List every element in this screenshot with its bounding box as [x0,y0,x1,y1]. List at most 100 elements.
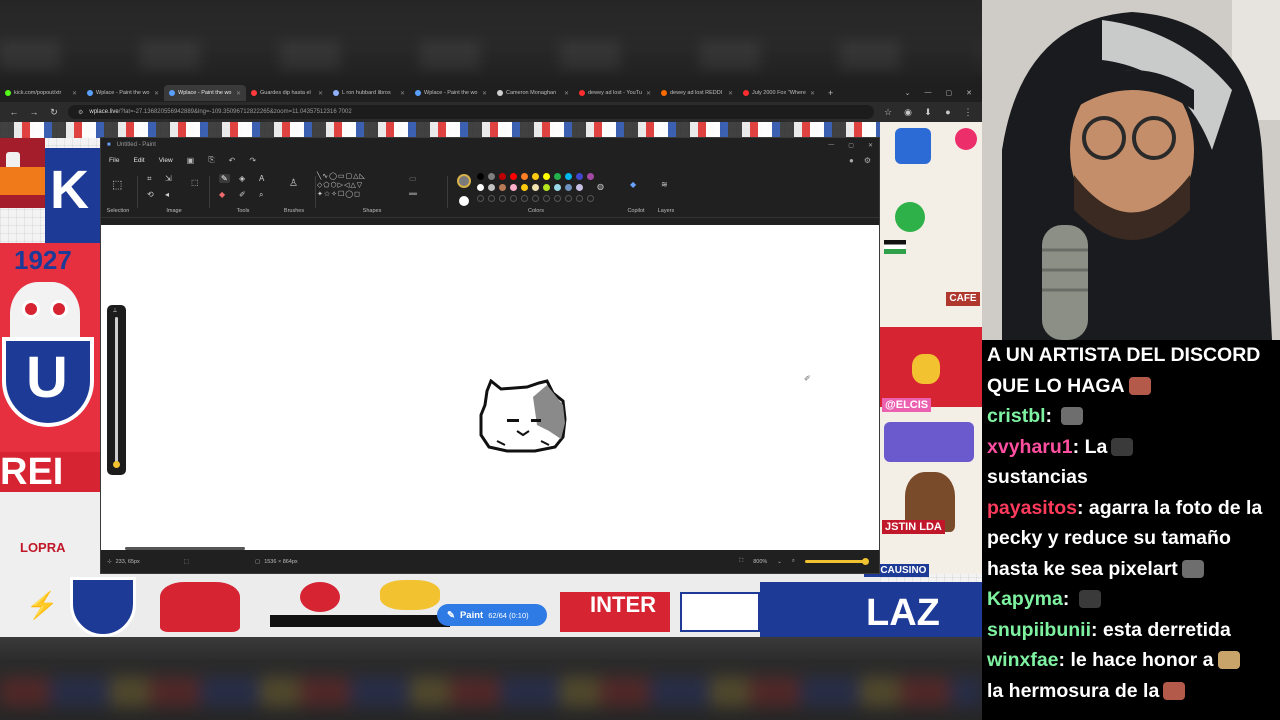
downloads-icon[interactable]: ⬇ [922,107,934,118]
browser-tab[interactable]: Wplace - Paint the wo ✕ [82,85,164,101]
shape-outline-icon[interactable]: ▭ [409,174,417,183]
menu-file[interactable]: File [109,157,119,164]
menu-view[interactable]: View [159,157,173,164]
browser-tab[interactable]: Wplace - Paint the wo ✕ [410,85,492,101]
minimize-icon[interactable]: — [925,89,932,97]
extensions-icon[interactable]: ◉ [902,107,914,118]
custom-color-slot[interactable] [488,195,495,202]
shape-fill-icon[interactable]: ▬ [409,188,417,197]
color-swatch[interactable] [576,184,583,191]
tab-close-icon[interactable]: ✕ [810,90,815,97]
color-swatch[interactable] [521,184,528,191]
color-swatch[interactable] [587,173,594,180]
browser-tab[interactable]: Guardes dip hasta el ✕ [246,85,328,101]
pin-icon[interactable]: ⟂ [113,308,117,315]
custom-color-slot[interactable] [477,195,484,202]
paint-canvas[interactable]: ⟂ ✐ [101,225,879,551]
crop-icon[interactable]: ⌗ [147,174,152,184]
tab-close-icon[interactable]: ✕ [646,90,651,97]
image-select-icon[interactable]: ⬚ [191,178,199,187]
bookmark-star-icon[interactable]: ☆ [882,107,894,118]
text-icon[interactable]: A [259,174,264,183]
tab-close-icon[interactable]: ✕ [728,90,733,97]
custom-color-slot[interactable] [554,195,561,202]
primary-color[interactable] [457,174,471,188]
tab-close-icon[interactable]: ✕ [154,90,159,97]
color-swatch[interactable] [477,173,484,180]
custom-color-slot[interactable] [565,195,572,202]
browser-tab[interactable]: dewey ad lost - YouTu ✕ [574,85,656,101]
custom-color-slot[interactable] [543,195,550,202]
share-icon[interactable]: ⎘ [208,155,214,165]
profile-icon[interactable]: ● [942,107,954,117]
tab-search-icon[interactable]: ⌄ [905,89,911,97]
zoom-slider[interactable] [805,558,869,565]
layers-icon[interactable]: ≋ [661,180,668,189]
color-swatch[interactable] [543,173,550,180]
custom-color-slot[interactable] [499,195,506,202]
color-swatch[interactable] [488,184,495,191]
shapes-gallery[interactable]: ╲∿◯▭▢△◺ ◇⬠⬡▷◁△▽ ✦☆✧☐◯◻ [317,172,407,199]
chat-username[interactable]: cristbl [987,405,1046,427]
color-picker-icon[interactable]: ✐ [239,190,246,199]
browser-tab[interactable]: Cameron Monaghan ✕ [492,85,574,101]
settings-icon[interactable]: ⚙ [864,156,871,165]
color-swatch[interactable] [576,173,583,180]
brush-icon[interactable]: ♙ [289,178,298,189]
redo-icon[interactable]: ↷ [249,156,256,165]
close-icon[interactable]: ✕ [966,89,972,97]
security-icon[interactable]: ⚙ [78,109,83,116]
color-swatch[interactable] [488,173,495,180]
custom-color-slot[interactable] [576,195,583,202]
browser-tab[interactable]: dewey ad lost REDDI ✕ [656,85,738,101]
paint-maximize-icon[interactable]: ▢ [848,142,854,149]
chat-username[interactable]: payasitos [987,497,1077,519]
custom-color-slot[interactable] [587,195,594,202]
color-swatch[interactable] [532,184,539,191]
browser-tab[interactable]: Wplace - Paint the wo ✕ [164,85,246,101]
flip-icon[interactable]: ◂ [165,190,169,199]
paint-close-icon[interactable]: ✕ [868,142,873,149]
color-swatch[interactable] [499,184,506,191]
menu-edit[interactable]: Edit [133,157,144,164]
selection-icon[interactable]: ⬚ [112,178,122,191]
rotate-icon[interactable]: ⟲ [147,190,154,199]
tab-close-icon[interactable]: ✕ [400,90,405,97]
tab-close-icon[interactable]: ✕ [482,90,487,97]
paint-button[interactable]: ✎ Paint 62/64 (0:10) [437,604,547,626]
tab-close-icon[interactable]: ✕ [236,90,241,97]
eraser-icon[interactable]: ◆ [219,190,225,199]
secondary-color[interactable] [459,196,469,206]
reload-icon[interactable]: ↻ [48,107,60,118]
new-tab-button[interactable]: + [820,88,841,98]
zoom-level[interactable]: 800% [753,559,767,565]
fit-icon[interactable]: ⛶ [739,558,743,565]
color-swatch[interactable] [532,173,539,180]
tab-close-icon[interactable]: ✕ [564,90,569,97]
tab-close-icon[interactable]: ✕ [72,90,77,97]
chat-username[interactable]: xvyharu1 [987,436,1073,458]
chat-username[interactable]: snupiibunii [987,619,1091,641]
browser-tab[interactable]: July 2000 Fox "Where ✕ [738,85,820,101]
forward-icon[interactable]: → [28,107,40,117]
custom-color-slot[interactable] [521,195,528,202]
pencil-icon[interactable]: ✎ [219,174,230,183]
menu-icon[interactable]: ⋮ [962,107,974,118]
color-swatch[interactable] [543,184,550,191]
save-icon[interactable]: ▣ [187,156,195,165]
copilot-icon[interactable]: ◆ [630,180,636,189]
edit-colors-icon[interactable]: ◍ [597,182,604,191]
maximize-icon[interactable]: ▢ [946,89,953,97]
color-swatch[interactable] [565,184,572,191]
slider-knob[interactable] [113,461,120,468]
color-swatch[interactable] [521,173,528,180]
browser-tab[interactable]: kick.com/popout/xtr ✕ [0,85,82,101]
undo-icon[interactable]: ↶ [229,156,236,165]
paint-minimize-icon[interactable]: — [828,142,834,149]
color-swatch[interactable] [499,173,506,180]
color-swatch[interactable] [510,173,517,180]
browser-tab[interactable]: L ron hubbard libros ✕ [328,85,410,101]
tab-close-icon[interactable]: ✕ [318,90,323,97]
custom-color-slot[interactable] [532,195,539,202]
chat-username[interactable]: Kapyma [987,588,1063,610]
